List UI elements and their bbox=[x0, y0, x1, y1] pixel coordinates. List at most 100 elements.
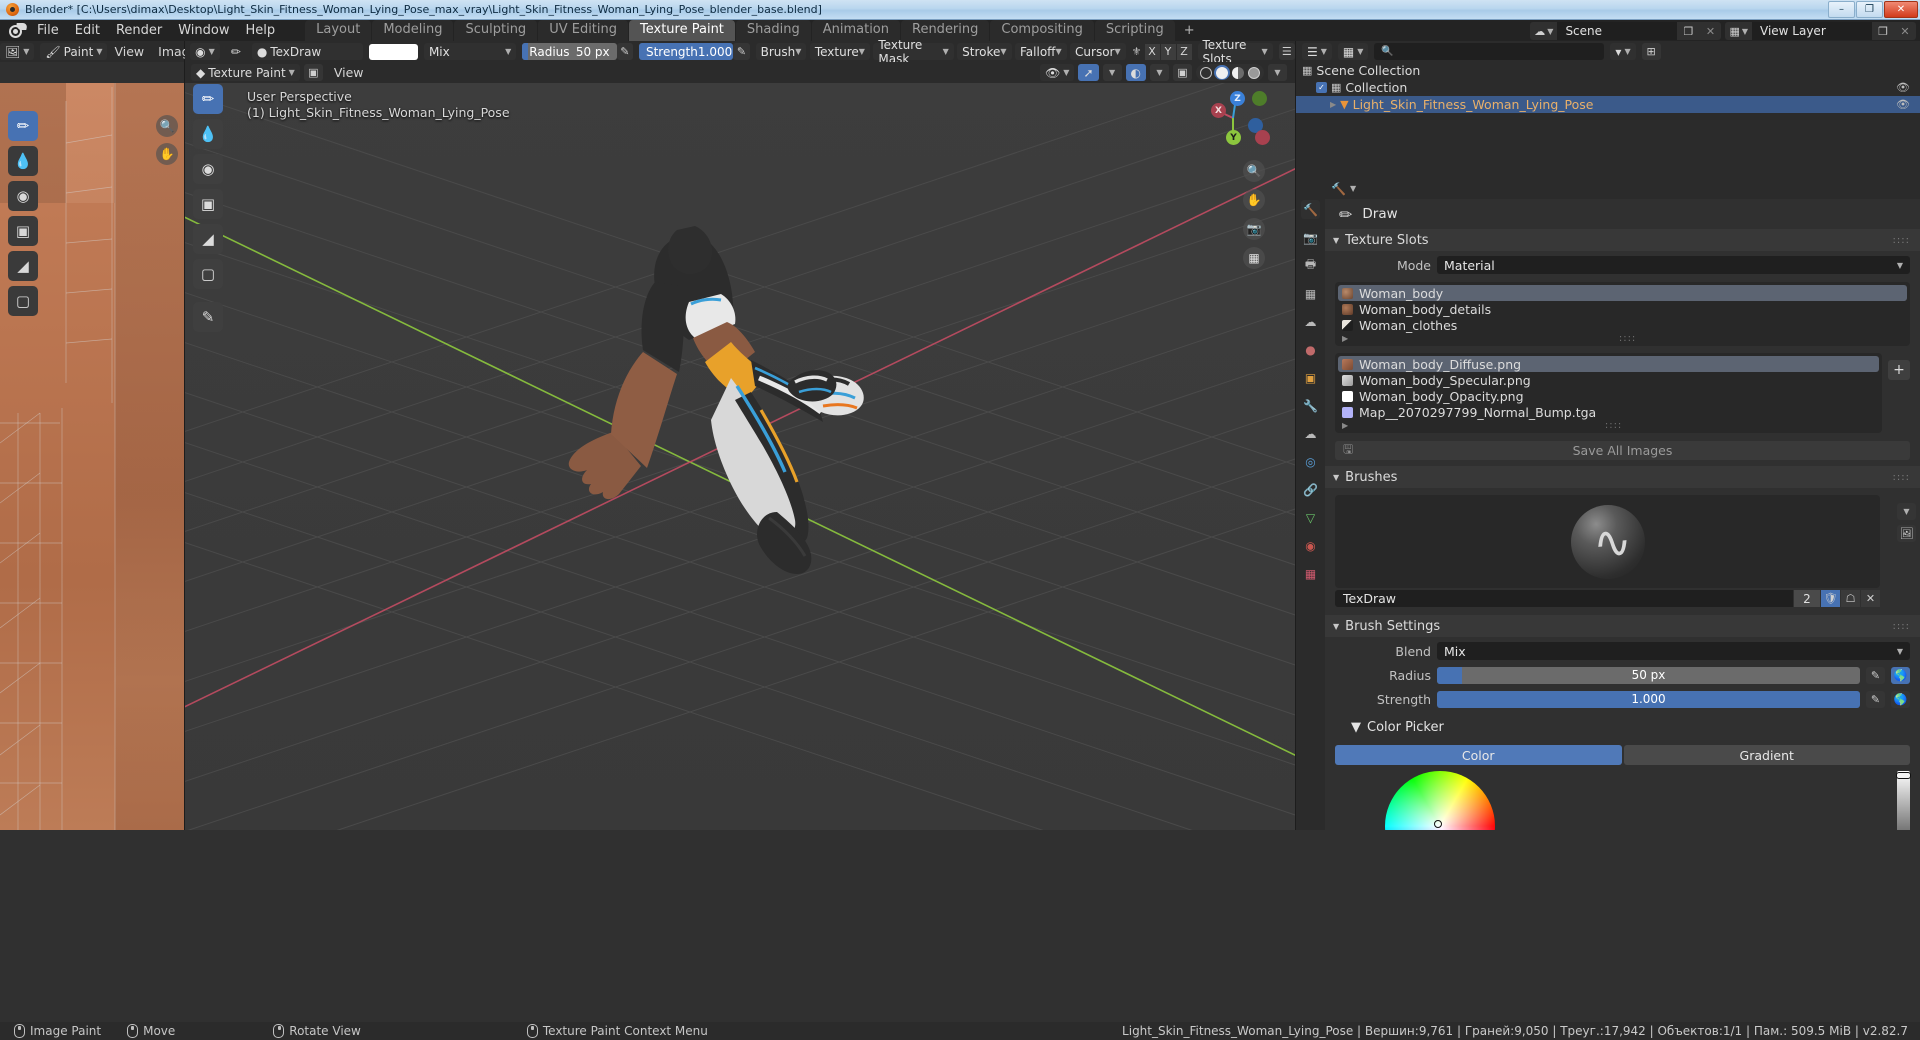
globe-icon[interactable]: 🌎 bbox=[1891, 666, 1910, 684]
pressure-icon[interactable]: ✎ bbox=[1866, 666, 1885, 684]
list-resize-grip[interactable]: :::: bbox=[1348, 420, 1879, 431]
shading-rendered-button[interactable] bbox=[1246, 65, 1262, 80]
brush-popover[interactable]: Brush ▼ bbox=[755, 43, 807, 60]
visibility-icon[interactable]: 👁 ▼ bbox=[1040, 64, 1075, 81]
radius-slider[interactable]: Radius 50 px bbox=[522, 43, 617, 60]
list-item[interactable]: Map__2070297799_Normal_Bump.tga bbox=[1338, 404, 1879, 420]
workspace-tab-shading[interactable]: Shading bbox=[735, 20, 811, 41]
properties-tab-texture[interactable]: ▦ bbox=[1301, 564, 1320, 583]
menu-window[interactable]: Window bbox=[170, 21, 237, 40]
list-item[interactable]: Woman_body bbox=[1338, 285, 1907, 301]
view-layer-copy-button[interactable]: ❐ bbox=[1872, 22, 1894, 40]
pressure-icon[interactable]: ✎ bbox=[1866, 690, 1885, 708]
zoom-icon[interactable]: 🔍 bbox=[156, 115, 178, 137]
image-tool-fill[interactable]: ◢ bbox=[8, 251, 38, 281]
list-item[interactable]: Woman_clothes bbox=[1338, 317, 1907, 333]
strength-slider[interactable]: Strength 1.000 bbox=[638, 43, 734, 60]
gizmo-axis-x[interactable]: X bbox=[1211, 103, 1226, 118]
list-resize-grip[interactable]: :::: bbox=[1348, 333, 1907, 344]
viewport-tool-smear[interactable]: ◉ bbox=[193, 154, 223, 184]
viewport-tool-clone[interactable]: ▣ bbox=[193, 189, 223, 219]
add-texture-slot-button[interactable]: + bbox=[1888, 360, 1910, 380]
view-layer-name[interactable]: View Layer bbox=[1752, 22, 1872, 40]
properties-tab-tool[interactable]: 🔨 bbox=[1301, 200, 1320, 219]
cursor-popover[interactable]: Cursor ▼ bbox=[1070, 43, 1126, 60]
navigation-gizmo[interactable]: X Y Z bbox=[1211, 90, 1270, 146]
brush-preview[interactable]: ∿ bbox=[1335, 495, 1880, 588]
menu-help[interactable]: Help bbox=[238, 21, 284, 40]
gizmo-axis-neg-x[interactable] bbox=[1255, 130, 1270, 145]
visibility-eye-icon[interactable]: 👁 bbox=[1896, 98, 1910, 111]
list-item[interactable]: Woman_body_Opacity.png bbox=[1338, 388, 1879, 404]
list-expand-icon[interactable]: ▶ bbox=[1338, 334, 1348, 343]
properties-tab-object[interactable]: ▣ bbox=[1301, 368, 1320, 387]
properties-tab-material[interactable]: ◉ bbox=[1301, 536, 1320, 555]
globe-icon[interactable]: 🌎 bbox=[1891, 690, 1910, 708]
viewport-tool-annotate[interactable]: ✎ bbox=[193, 302, 223, 332]
outliner-filter-button[interactable]: ▾ ▼ bbox=[1610, 43, 1636, 60]
strength-slider[interactable]: 1.000 bbox=[1437, 690, 1860, 708]
radius-pressure-icon[interactable]: ✎ bbox=[616, 43, 633, 60]
gradient-tab[interactable]: Gradient bbox=[1623, 745, 1910, 765]
editor-type-icon[interactable]: 🔨 bbox=[1331, 182, 1346, 196]
brush-name-field[interactable]: TexDraw bbox=[1335, 590, 1793, 607]
symmetry-axis-y[interactable]: Y bbox=[1160, 43, 1176, 60]
workspace-tab-uv-editing[interactable]: UV Editing bbox=[538, 20, 629, 41]
shading-wireframe-button[interactable] bbox=[1198, 65, 1214, 80]
collapse-triangle-icon[interactable]: ▼ bbox=[1333, 236, 1339, 245]
list-item[interactable]: Woman_body_details bbox=[1338, 301, 1907, 317]
brush-users-count[interactable]: 2 bbox=[1794, 590, 1820, 607]
brush-tool-icon[interactable]: ✏ bbox=[226, 43, 246, 60]
copy-icon[interactable]: ☖ bbox=[1841, 590, 1860, 607]
visibility-eye-icon[interactable]: 👁 bbox=[1896, 81, 1910, 94]
workspace-tab-compositing[interactable]: Compositing bbox=[990, 20, 1094, 41]
view-layer-unlink-button[interactable]: ✕ bbox=[1894, 22, 1916, 40]
image-tool-smear[interactable]: 💧 bbox=[8, 146, 38, 176]
panel-texture-slots-header[interactable]: ▼ Texture Slots :::: bbox=[1325, 229, 1920, 251]
properties-tab-modifiers[interactable]: 🔧 bbox=[1301, 396, 1320, 415]
workspace-tab-sculpting[interactable]: Sculpting bbox=[454, 20, 538, 41]
new-collection-icon[interactable]: ⊞ bbox=[1641, 43, 1661, 60]
list-expand-icon[interactable]: ▶ bbox=[1338, 421, 1348, 430]
workspace-tab-texture-paint[interactable]: Texture Paint bbox=[629, 20, 735, 41]
color-wheel[interactable] bbox=[1385, 771, 1495, 830]
list-item[interactable]: Woman_body_Specular.png bbox=[1338, 372, 1879, 388]
properties-tab-output[interactable]: 🖶 bbox=[1301, 256, 1320, 275]
image-paint-mode-selector[interactable]: 🖌 Paint ▼ bbox=[40, 43, 108, 60]
menu-render[interactable]: Render bbox=[108, 21, 170, 40]
add-workspace-button[interactable]: + bbox=[1176, 20, 1203, 41]
viewport-tool-mask[interactable]: ▢ bbox=[193, 259, 223, 289]
outliner-editor-type-button[interactable]: ☰ ▼ bbox=[1302, 43, 1332, 60]
workspace-tab-layout[interactable]: Layout bbox=[305, 20, 372, 41]
shading-dropdown-icon[interactable]: ▼ bbox=[1268, 64, 1287, 81]
scene-icon[interactable]: ☁ ▼ bbox=[1530, 22, 1558, 40]
stroke-popover[interactable]: Stroke ▼ bbox=[957, 43, 1012, 60]
texture-images-list[interactable]: Woman_body_Diffuse.png Woman_body_Specul… bbox=[1335, 353, 1882, 433]
save-all-images-button[interactable]: 🖫 Save All Images bbox=[1335, 441, 1910, 460]
value-slider-knob[interactable] bbox=[1896, 772, 1911, 779]
color-wheel-cursor[interactable] bbox=[1434, 820, 1442, 828]
minimize-button[interactable]: – bbox=[1828, 1, 1855, 18]
zoom-icon[interactable]: 🔍 bbox=[1243, 160, 1265, 182]
panel-brushes-header[interactable]: ▼ Brushes :::: bbox=[1325, 466, 1920, 488]
image-icon[interactable]: 🖼 bbox=[1897, 525, 1916, 542]
image-tool-soften[interactable]: ◉ bbox=[8, 181, 38, 211]
collapse-triangle-icon[interactable]: ▼ bbox=[1351, 720, 1361, 735]
workspace-tab-scripting[interactable]: Scripting bbox=[1094, 20, 1175, 41]
viewport-mode-selector[interactable]: ◆ Texture Paint ▼ bbox=[191, 64, 300, 81]
image-tool-brush[interactable]: ✏ bbox=[8, 111, 38, 141]
brush-datablock-selector[interactable]: ● TexDraw bbox=[251, 43, 364, 60]
blend-dropdown[interactable]: Mix ▼ bbox=[1437, 642, 1910, 660]
properties-tab-particles[interactable]: ☁ bbox=[1301, 424, 1320, 443]
gizmo-dropdown-icon[interactable]: ▼ bbox=[1102, 64, 1122, 81]
gizmo-axis-z[interactable]: Z bbox=[1230, 91, 1245, 106]
viewport-pivot-icon[interactable]: ▣ bbox=[303, 64, 323, 81]
viewport-options-icon[interactable]: ☰ bbox=[1278, 43, 1295, 60]
symmetry-axis-z[interactable]: Z bbox=[1176, 43, 1192, 60]
outliner-display-mode-button[interactable]: ▦ ▼ bbox=[1337, 43, 1369, 60]
properties-tab-world[interactable]: ● bbox=[1301, 340, 1320, 359]
expand-triangle-icon[interactable]: ▶ bbox=[1330, 100, 1336, 109]
blend-mode-dropdown[interactable]: Mix ▼ bbox=[423, 43, 517, 60]
ortho-icon[interactable]: ▦ bbox=[1243, 247, 1265, 269]
chevron-down-icon[interactable]: ▼ bbox=[1897, 503, 1916, 520]
